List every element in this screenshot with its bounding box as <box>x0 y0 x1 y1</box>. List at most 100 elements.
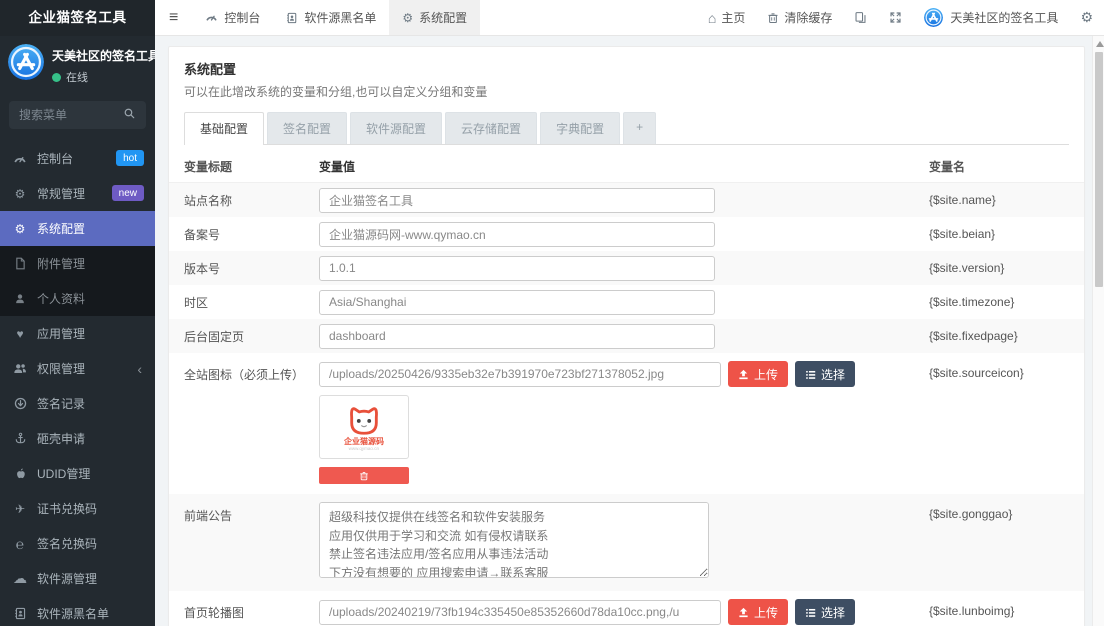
home-label: 主页 <box>721 9 745 26</box>
gear-icon: ⚙ <box>402 11 413 25</box>
search-icon[interactable] <box>124 108 137 121</box>
table-row-fixedpage: 后台固定页 {$site.fixedpage} <box>169 319 1084 353</box>
version-input[interactable] <box>319 256 715 281</box>
sidebar-item-attachments[interactable]: 附件管理 <box>0 246 155 281</box>
copy-button[interactable] <box>843 0 878 35</box>
upload-button[interactable]: 上传 <box>728 599 788 625</box>
row-varname: {$site.sourceicon} <box>929 361 1084 380</box>
user-avatar <box>924 8 943 27</box>
app-window: 企业猫签名工具 天美社区的签名工具 在线 控制台 hot ⚙ <box>0 0 1104 626</box>
sidebar-item-label: 签名记录 <box>37 395 85 412</box>
sidebar-item-label: 签名兑换码 <box>37 535 97 552</box>
tab-dict-config[interactable]: 字典配置 <box>540 112 620 144</box>
config-table: 变量标题 变量值 变量名 站点名称 {$site.name} 备案号 {$sit… <box>169 151 1084 626</box>
clipboard-icon <box>854 11 867 24</box>
table-row-site-name: 站点名称 {$site.name} <box>169 183 1084 217</box>
address-book-icon <box>286 12 298 24</box>
navtab-label: 系统配置 <box>419 9 467 26</box>
beian-input[interactable] <box>319 222 715 247</box>
row-label: 版本号 <box>169 260 319 277</box>
fullscreen-button[interactable] <box>878 0 913 35</box>
table-row-timezone: 时区 {$site.timezone} <box>169 285 1084 319</box>
sidebar-item-label: 软件源黑名单 <box>37 605 109 622</box>
gear-icon: ⚙ <box>12 222 28 236</box>
cloud-icon: ☁ <box>12 570 28 587</box>
settings-button[interactable]: ⚙ <box>1069 0 1104 35</box>
choose-label: 选择 <box>821 604 845 621</box>
row-varname: {$site.fixedpage} <box>929 329 1084 343</box>
navbar-right: ⌂ 主页 清除缓存 天美社区的签名工具 ⚙ <box>697 0 1104 35</box>
site-icon-path-input[interactable] <box>319 362 721 387</box>
logo-subtext: www.qymao.cn <box>349 447 379 452</box>
tab-basic-config[interactable]: 基础配置 <box>184 112 264 145</box>
sidebar: 企业猫签名工具 天美社区的签名工具 在线 控制台 hot ⚙ <box>0 0 155 626</box>
table-row-announcement: 前端公告 超级科技仅提供在线签名和软件安装服务 应用仅供用于学习和交流 如有侵权… <box>169 494 1084 591</box>
sidebar-item-apps[interactable]: ♥ 应用管理 <box>0 316 155 351</box>
arrow-circle-down-icon <box>12 397 28 410</box>
online-status-label: 在线 <box>66 69 88 85</box>
add-tab-button[interactable]: + <box>623 112 656 144</box>
navtab-system-config[interactable]: ⚙ 系统配置 <box>389 0 480 35</box>
row-label: 首页轮播图 <box>169 599 319 621</box>
sidebar-menu: 控制台 hot ⚙ 常规管理 new ⚙ 系统配置 附件管理 个人资料 ♥ <box>0 141 155 626</box>
sidebar-item-label: 权限管理 <box>37 360 85 377</box>
sidebar-item-system-config[interactable]: ⚙ 系统配置 <box>0 211 155 246</box>
sidebar-item-source-mgmt[interactable]: ☁ 软件源管理 <box>0 561 155 596</box>
upload-button[interactable]: 上传 <box>728 361 788 387</box>
fixedpage-input[interactable] <box>319 324 715 349</box>
sidebar-item-general[interactable]: ⚙ 常规管理 new <box>0 176 155 211</box>
timezone-input[interactable] <box>319 290 715 315</box>
user-avatar[interactable] <box>8 44 44 80</box>
sidebar-item-label: 砸壳申请 <box>37 430 85 447</box>
announcement-textarea[interactable]: 超级科技仅提供在线签名和软件安装服务 应用仅供用于学习和交流 如有侵权请联系 禁… <box>319 502 709 578</box>
row-label: 站点名称 <box>169 192 319 209</box>
main-area: ≡ 控制台 软件源黑名单 ⚙ 系统配置 ⌂ 主页 清除缓存 <box>155 0 1104 626</box>
gears-icon: ⚙ <box>12 187 28 201</box>
tab-sign-config[interactable]: 签名配置 <box>267 112 347 144</box>
sidebar-item-label: 附件管理 <box>37 255 85 272</box>
clear-cache-button[interactable]: 清除缓存 <box>756 0 843 35</box>
content-area: 系统配置 可以在此增改系统的变量和分组,也可以自定义分组和变量 基础配置 签名配… <box>155 36 1104 626</box>
apple-icon <box>12 467 28 480</box>
navtab-label: 控制台 <box>224 9 260 26</box>
user-status: 在线 <box>52 69 160 85</box>
expand-icon <box>889 11 902 24</box>
tab-source-config[interactable]: 软件源配置 <box>350 112 442 144</box>
row-varname: {$site.timezone} <box>929 295 1084 309</box>
navtab-dashboard[interactable]: 控制台 <box>192 0 273 35</box>
navtab-source-blacklist[interactable]: 软件源黑名单 <box>273 0 389 35</box>
user-menu[interactable]: 天美社区的签名工具 <box>913 0 1069 35</box>
sidebar-item-sign-records[interactable]: 签名记录 <box>0 386 155 421</box>
sidebar-item-dump-request[interactable]: 砸壳申请 <box>0 421 155 456</box>
scroll-up-arrow[interactable] <box>1096 41 1104 47</box>
trash-icon <box>767 12 779 24</box>
sidebar-item-sign-codes[interactable]: ℮ 签名兑换码 <box>0 526 155 561</box>
choose-button[interactable]: 选择 <box>795 361 855 387</box>
sidebar-item-permissions[interactable]: 权限管理 ‹ <box>0 351 155 386</box>
site-name-input[interactable] <box>319 188 715 213</box>
site-icon-preview[interactable]: 企业猫源码 www.qymao.cn <box>319 395 409 459</box>
vertical-scrollbar[interactable] <box>1092 36 1104 626</box>
sidebar-item-dashboard[interactable]: 控制台 hot <box>0 141 155 176</box>
choose-button[interactable]: 选择 <box>795 599 855 625</box>
home-button[interactable]: ⌂ 主页 <box>697 0 756 35</box>
hamburger-icon[interactable]: ≡ <box>155 0 192 35</box>
dashboard-icon <box>12 152 28 166</box>
sidebar-item-source-blacklist[interactable]: 软件源黑名单 <box>0 596 155 626</box>
table-row-site-icon: 全站图标（必须上传） 上传 选择 <box>169 353 1084 494</box>
sidebar-item-label: 个人资料 <box>37 290 85 307</box>
gears-icon: ⚙ <box>1080 9 1093 26</box>
row-varname: {$site.gonggao} <box>929 502 1084 521</box>
scrollbar-thumb[interactable] <box>1095 52 1103 287</box>
navbar-username: 天美社区的签名工具 <box>950 9 1058 26</box>
sidebar-item-cert-codes[interactable]: ✈ 证书兑换码 <box>0 491 155 526</box>
upload-icon <box>738 368 749 380</box>
carousel-path-input[interactable] <box>319 600 721 625</box>
row-label: 前端公告 <box>169 502 319 524</box>
hot-badge: hot <box>116 150 144 166</box>
delete-preview-button[interactable] <box>319 467 409 484</box>
sidebar-item-profile[interactable]: 个人资料 <box>0 281 155 316</box>
sidebar-item-label: 软件源管理 <box>37 570 97 587</box>
sidebar-item-udid[interactable]: UDID管理 <box>0 456 155 491</box>
tab-cloud-storage-config[interactable]: 云存储配置 <box>445 112 537 144</box>
